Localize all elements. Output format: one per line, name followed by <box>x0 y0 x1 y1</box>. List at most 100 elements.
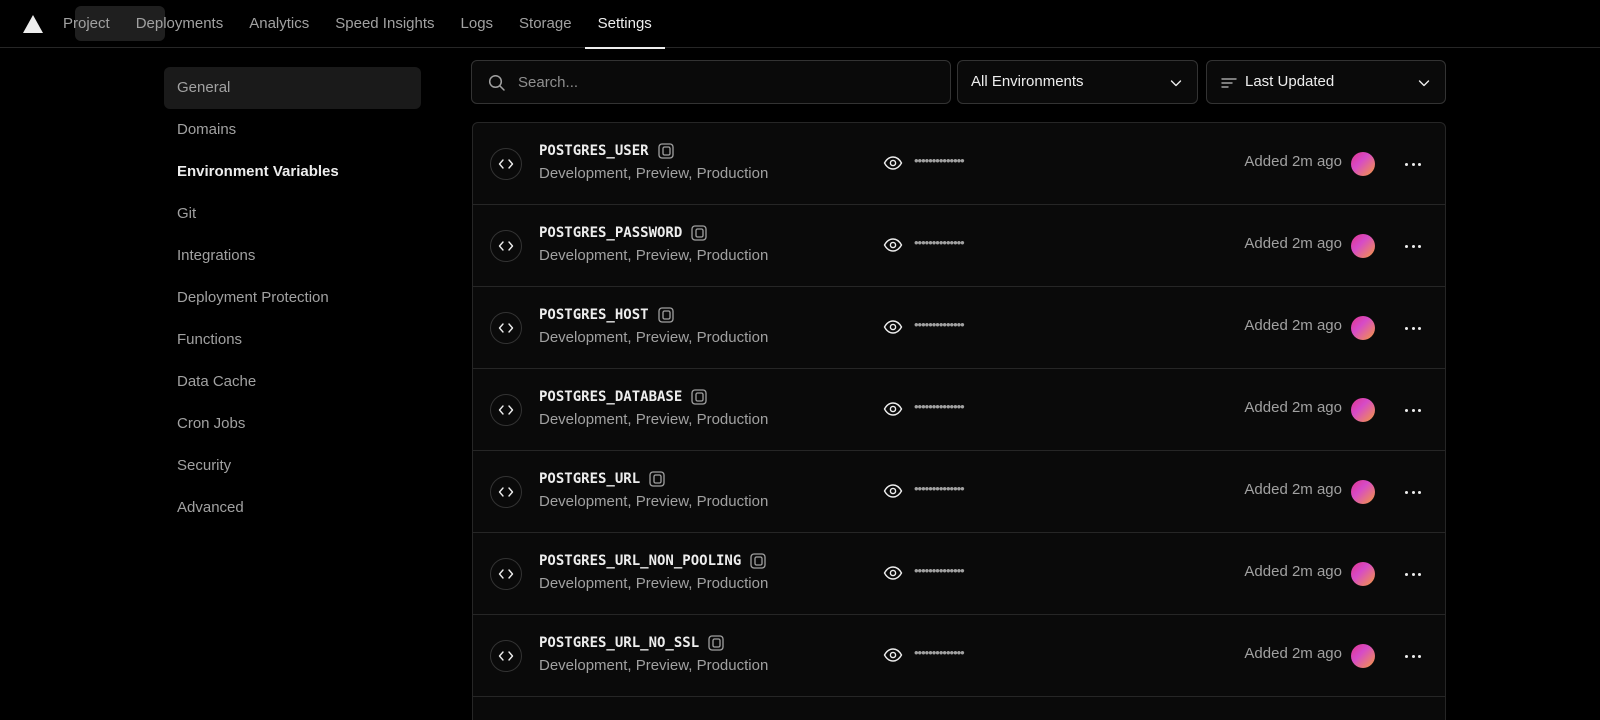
code-brackets-icon <box>490 558 522 590</box>
env-var-masked-value: •••••••••••••• <box>914 481 965 496</box>
copy-icon[interactable] <box>690 224 708 242</box>
eye-icon[interactable] <box>883 483 903 499</box>
copy-icon[interactable] <box>690 388 708 406</box>
copy-icon[interactable] <box>707 634 725 652</box>
eye-icon[interactable] <box>883 401 903 417</box>
env-var-environments: Development, Preview, Production <box>539 165 769 182</box>
avatar[interactable] <box>1351 398 1375 422</box>
sidebar-item-environment-variables[interactable]: Environment Variables <box>164 151 421 193</box>
env-var-row[interactable]: POSTGRES_USER Development, Preview, Prod… <box>473 123 1445 205</box>
settings-sidebar: General Domains Environment Variables Gi… <box>164 67 421 529</box>
more-horizontal-icon[interactable] <box>1401 563 1425 587</box>
avatar[interactable] <box>1351 644 1375 668</box>
env-var-environments: Development, Preview, Production <box>539 493 769 510</box>
copy-icon[interactable] <box>648 470 666 488</box>
more-horizontal-icon[interactable] <box>1401 235 1425 259</box>
env-var-name: POSTGRES_DATABASE <box>539 389 683 405</box>
env-var-added-time: Added 2m ago <box>1244 645 1342 662</box>
env-var-environments: Development, Preview, Production <box>539 329 769 346</box>
env-var-name-wrap: POSTGRES_HOST <box>539 306 675 324</box>
env-var-masked-value: •••••••••••••• <box>914 235 965 250</box>
env-var-row[interactable] <box>473 697 1445 720</box>
sidebar-item-domains[interactable]: Domains <box>164 109 421 151</box>
env-var-environments: Development, Preview, Production <box>539 247 769 264</box>
env-var-name-wrap: POSTGRES_USER <box>539 142 675 160</box>
sort-select[interactable]: Last Updated <box>1206 60 1446 104</box>
avatar[interactable] <box>1351 562 1375 586</box>
tab-deployments[interactable]: Deployments <box>123 0 237 48</box>
sidebar-item-security[interactable]: Security <box>164 445 421 487</box>
more-horizontal-icon[interactable] <box>1401 399 1425 423</box>
sidebar-item-general[interactable]: General <box>164 67 421 109</box>
env-var-added-time: Added 2m ago <box>1244 153 1342 170</box>
sort-value: Last Updated <box>1245 73 1335 90</box>
code-brackets-icon <box>490 230 522 262</box>
code-brackets-icon <box>490 476 522 508</box>
sidebar-item-deployment-protection[interactable]: Deployment Protection <box>164 277 421 319</box>
copy-icon[interactable] <box>657 142 675 160</box>
tab-speed-insights[interactable]: Speed Insights <box>322 0 447 48</box>
env-var-added-time: Added 2m ago <box>1244 399 1342 416</box>
top-navigation: Project Deployments Analytics Speed Insi… <box>0 0 1600 49</box>
more-horizontal-icon[interactable] <box>1401 645 1425 669</box>
env-var-environments: Development, Preview, Production <box>539 411 769 428</box>
sidebar-item-git[interactable]: Git <box>164 193 421 235</box>
eye-icon[interactable] <box>883 237 903 253</box>
eye-icon[interactable] <box>883 647 903 663</box>
env-var-masked-value: •••••••••••••• <box>914 563 965 578</box>
eye-icon[interactable] <box>883 155 903 171</box>
sidebar-item-functions[interactable]: Functions <box>164 319 421 361</box>
tab-settings[interactable]: Settings <box>584 0 666 49</box>
sidebar-item-integrations[interactable]: Integrations <box>164 235 421 277</box>
env-var-name: POSTGRES_URL_NO_SSL <box>539 635 700 651</box>
sidebar-item-advanced[interactable]: Advanced <box>164 487 421 529</box>
env-var-row[interactable]: POSTGRES_URL Development, Preview, Produ… <box>473 451 1445 533</box>
env-var-added-time: Added 2m ago <box>1244 317 1342 334</box>
code-brackets-icon <box>490 148 522 180</box>
env-var-name: POSTGRES_HOST <box>539 307 649 323</box>
environment-filter-value: All Environments <box>971 73 1084 90</box>
tab-logs[interactable]: Logs <box>448 0 507 48</box>
env-var-name-wrap: POSTGRES_URL <box>539 470 666 488</box>
code-brackets-icon <box>490 640 522 672</box>
environment-filter-select[interactable]: All Environments <box>957 60 1198 104</box>
sort-lines-icon <box>1221 78 1237 88</box>
eye-icon[interactable] <box>883 565 903 581</box>
env-var-row[interactable]: POSTGRES_PASSWORD Development, Preview, … <box>473 205 1445 287</box>
env-var-name-wrap: POSTGRES_PASSWORD <box>539 224 708 242</box>
environment-variables-list: POSTGRES_USER Development, Preview, Prod… <box>472 122 1446 720</box>
env-var-row[interactable]: POSTGRES_URL_NON_POOLING Development, Pr… <box>473 533 1445 615</box>
env-var-name: POSTGRES_PASSWORD <box>539 225 683 241</box>
more-horizontal-icon[interactable] <box>1401 153 1425 177</box>
project-tabs: Project Deployments Analytics Speed Insi… <box>50 0 666 49</box>
env-var-name: POSTGRES_URL <box>539 471 641 487</box>
avatar[interactable] <box>1351 480 1375 504</box>
env-var-name-wrap: POSTGRES_URL_NON_POOLING <box>539 552 767 570</box>
tab-project[interactable]: Project <box>50 0 165 48</box>
avatar[interactable] <box>1351 152 1375 176</box>
env-var-masked-value: •••••••••••••• <box>914 317 965 332</box>
env-var-environments: Development, Preview, Production <box>539 575 769 592</box>
code-brackets-icon <box>490 394 522 426</box>
env-var-added-time: Added 2m ago <box>1244 235 1342 252</box>
avatar[interactable] <box>1351 316 1375 340</box>
env-var-name-wrap: POSTGRES_URL_NO_SSL <box>539 634 725 652</box>
eye-icon[interactable] <box>883 319 903 335</box>
env-var-row[interactable]: POSTGRES_DATABASE Development, Preview, … <box>473 369 1445 451</box>
vercel-logo-icon[interactable] <box>22 14 44 34</box>
tab-analytics[interactable]: Analytics <box>236 0 322 48</box>
env-var-row[interactable]: POSTGRES_URL_NO_SSL Development, Preview… <box>473 615 1445 697</box>
tab-storage[interactable]: Storage <box>506 0 585 48</box>
search-icon <box>488 74 505 91</box>
sidebar-item-cron-jobs[interactable]: Cron Jobs <box>164 403 421 445</box>
sidebar-item-data-cache[interactable]: Data Cache <box>164 361 421 403</box>
env-var-row[interactable]: POSTGRES_HOST Development, Preview, Prod… <box>473 287 1445 369</box>
more-horizontal-icon[interactable] <box>1401 317 1425 341</box>
copy-icon[interactable] <box>749 552 767 570</box>
env-var-masked-value: •••••••••••••• <box>914 153 965 168</box>
search-input[interactable] <box>518 61 938 103</box>
avatar[interactable] <box>1351 234 1375 258</box>
more-horizontal-icon[interactable] <box>1401 481 1425 505</box>
env-var-name: POSTGRES_USER <box>539 143 649 159</box>
copy-icon[interactable] <box>657 306 675 324</box>
